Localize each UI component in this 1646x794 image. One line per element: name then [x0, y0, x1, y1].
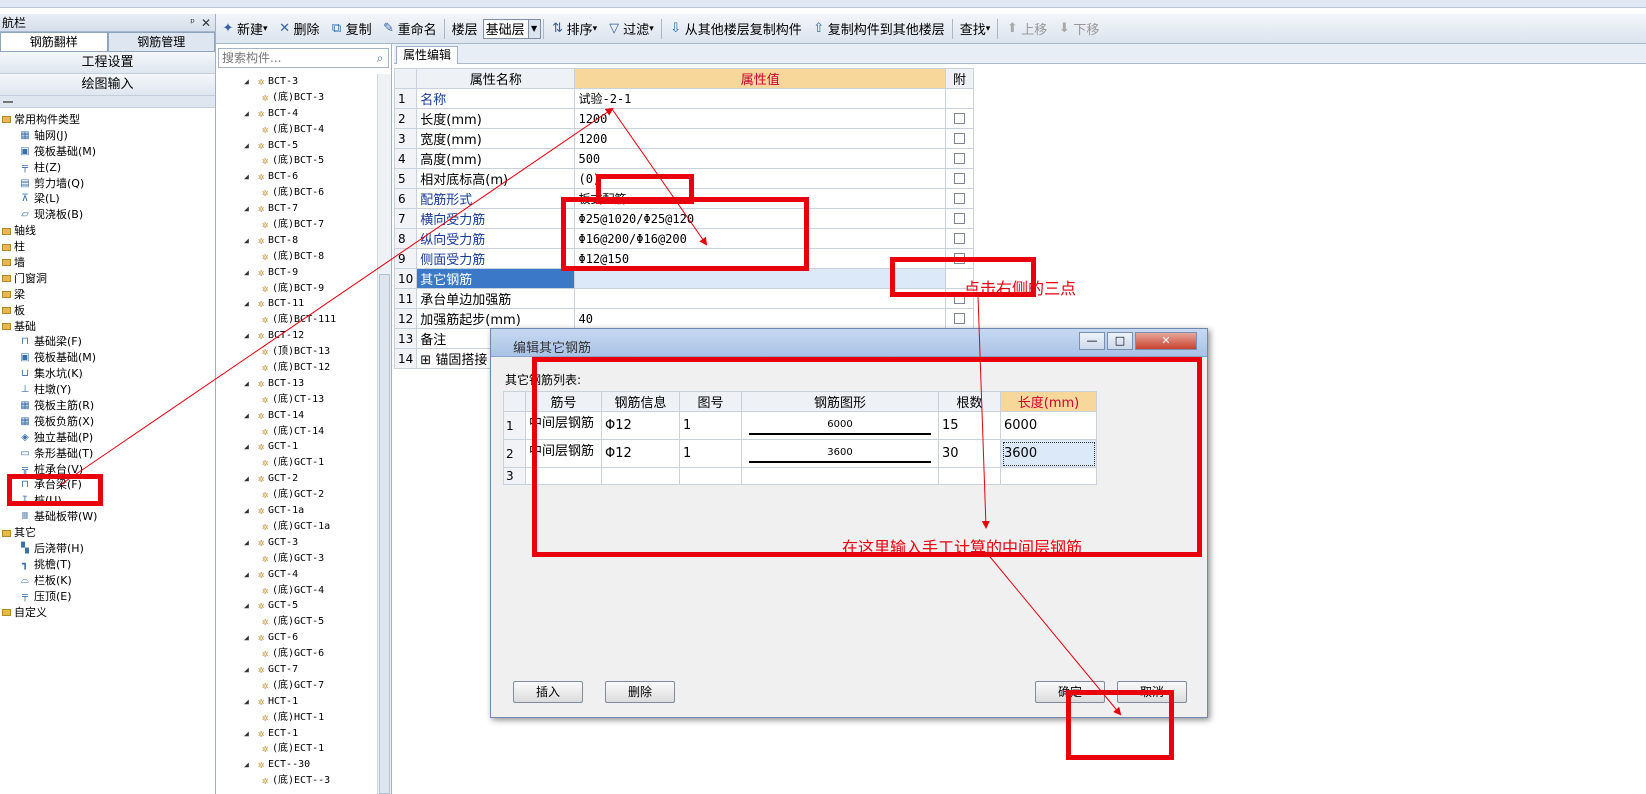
highlight-rebar-values	[561, 197, 809, 271]
highlight-ok-button	[1066, 690, 1174, 760]
highlight-rebar-list	[532, 357, 1202, 557]
highlight-pile-cap	[7, 474, 103, 506]
annotation-enter-here: 在这里输入手工计算的中间层钢筋	[842, 538, 1083, 557]
arrow-line	[59, 107, 614, 486]
annotation-click-three-dots: 点击右侧的三点	[964, 279, 1077, 298]
